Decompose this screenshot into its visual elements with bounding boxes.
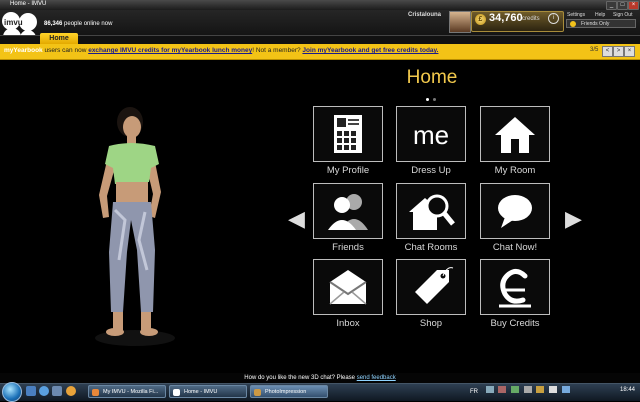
svg-text:imvu: imvu — [4, 18, 23, 27]
tile-label-inbox[interactable]: Inbox — [306, 318, 390, 329]
task-firefox[interactable]: My IMVU - Mozilla Fi... — [88, 385, 166, 398]
username-label[interactable]: Cristalouna — [408, 12, 441, 18]
tray-app-icon[interactable] — [511, 386, 520, 393]
credits-icon — [499, 268, 531, 308]
quick-launch-firefox-icon[interactable] — [66, 386, 76, 396]
tile-shop[interactable] — [396, 259, 466, 315]
tray-app-icon[interactable] — [498, 386, 507, 393]
tile-label-friends[interactable]: Friends — [306, 242, 390, 253]
tile-label-chat-rooms[interactable]: Chat Rooms — [389, 242, 473, 253]
help-link[interactable]: Help — [595, 12, 605, 18]
next-page-arrow-icon[interactable]: ▶ — [565, 206, 582, 232]
online-count-label: people online now — [64, 21, 113, 27]
firefox-icon — [92, 389, 99, 396]
page-indicator-dot-active[interactable] — [426, 98, 429, 101]
settings-link[interactable]: Settings — [567, 12, 585, 18]
friends-icon — [328, 194, 368, 230]
tray-help-icon[interactable] — [485, 386, 494, 393]
window-title: Home - IMVU — [10, 1, 47, 7]
tile-label-buy-credits[interactable]: Buy Credits — [473, 318, 557, 329]
task-label: My IMVU - Mozilla Fi... — [103, 389, 159, 395]
minimize-button[interactable]: _ — [606, 1, 617, 10]
house-icon — [495, 117, 535, 153]
promo-brand: myYearbook — [4, 47, 43, 54]
tile-label-my-profile[interactable]: My Profile — [306, 165, 390, 176]
promo-text-2: ! Not a member? — [252, 47, 303, 54]
feedback-status-bar: How do you like the new 3D chat? Please … — [0, 373, 640, 383]
presence-status-icon — [570, 21, 576, 27]
task-photoimpression[interactable]: PhotoImpression — [250, 385, 328, 398]
task-label: Home - IMVU — [184, 389, 218, 395]
system-tray: FR — [470, 386, 570, 395]
quick-launch-desktop-icon[interactable] — [26, 386, 36, 396]
tile-label-chat-now[interactable]: Chat Now! — [473, 242, 557, 253]
quick-launch-browser-icon[interactable] — [39, 386, 49, 396]
credits-coin-icon: £ — [475, 14, 486, 25]
promo-next-button[interactable]: > — [613, 46, 624, 57]
imvu-task-icon — [173, 389, 180, 396]
tray-app-icon[interactable] — [536, 386, 545, 393]
network-icon[interactable] — [561, 386, 570, 393]
envelope-icon — [329, 270, 367, 305]
send-feedback-link[interactable]: send feedback — [357, 375, 396, 381]
tile-my-profile[interactable] — [313, 106, 383, 162]
avatar-thumbnail[interactable] — [449, 11, 471, 33]
sign-out-link[interactable]: Sign Out — [613, 12, 632, 18]
tile-label-shop[interactable]: Shop — [389, 318, 473, 329]
promo-text: users can now — [42, 47, 89, 54]
page-indicator-dot[interactable] — [433, 98, 436, 101]
tile-chat-now[interactable] — [480, 183, 550, 239]
chat-rooms-icon — [409, 194, 455, 230]
promo-exchange-link[interactable]: exchange IMVU credits for myYearbook lun… — [88, 47, 252, 54]
tile-inbox[interactable] — [313, 259, 383, 315]
tile-buy-credits[interactable] — [480, 259, 550, 315]
promo-message: myYearbook users can now exchange IMVU c… — [4, 47, 438, 54]
info-icon[interactable]: i — [548, 13, 559, 24]
tab-home[interactable]: Home — [40, 33, 78, 44]
tile-label-dress-up[interactable]: Dress Up — [389, 165, 473, 176]
tile-label-my-room[interactable]: My Room — [473, 165, 557, 176]
svg-text:me: me — [413, 120, 449, 150]
task-label: PhotoImpression — [265, 389, 307, 395]
presence-dropdown[interactable]: Friends Only — [566, 19, 636, 28]
profile-icon — [334, 115, 362, 153]
page-title: Home — [406, 67, 458, 88]
tag-icon — [415, 267, 454, 304]
promo-pager: 3/5 — [590, 47, 599, 53]
tile-chat-rooms[interactable] — [396, 183, 466, 239]
close-button[interactable]: × — [628, 1, 639, 10]
maximize-button[interactable]: □ — [617, 1, 628, 10]
tile-my-room[interactable] — [480, 106, 550, 162]
me-icon: me — [413, 120, 449, 150]
tile-dress-up[interactable]: me — [396, 106, 466, 162]
promo-close-button[interactable]: × — [624, 46, 635, 57]
feedback-text: How do you like the new 3D chat? Please — [244, 375, 357, 381]
window-titlebar: Home - IMVU _ □ × — [0, 0, 640, 10]
task-imvu[interactable]: Home - IMVU — [169, 385, 247, 398]
online-count: 86,346 people online now — [44, 21, 112, 27]
speech-bubble-icon — [498, 195, 532, 228]
online-count-value: 86,346 — [44, 21, 63, 27]
credits-value: 34,760 — [489, 12, 523, 24]
presence-label: Friends Only — [581, 21, 610, 27]
tray-app-icon[interactable] — [523, 386, 532, 393]
photoimpression-icon — [254, 389, 261, 396]
tile-friends[interactable] — [313, 183, 383, 239]
credits-label: credits — [522, 16, 540, 22]
taskbar-clock[interactable]: 18:44 — [620, 387, 635, 393]
quick-launch-folder-icon[interactable] — [52, 386, 62, 396]
prev-page-arrow-icon[interactable]: ◀ — [288, 206, 305, 232]
avatar-3d-figure[interactable] — [75, 100, 195, 350]
promo-join-link[interactable]: Join myYearbook and get free credits tod… — [302, 47, 438, 54]
volume-icon[interactable] — [549, 386, 558, 393]
language-indicator[interactable]: FR — [470, 389, 478, 395]
start-button[interactable] — [2, 382, 22, 402]
promo-prev-button[interactable]: < — [602, 46, 613, 57]
